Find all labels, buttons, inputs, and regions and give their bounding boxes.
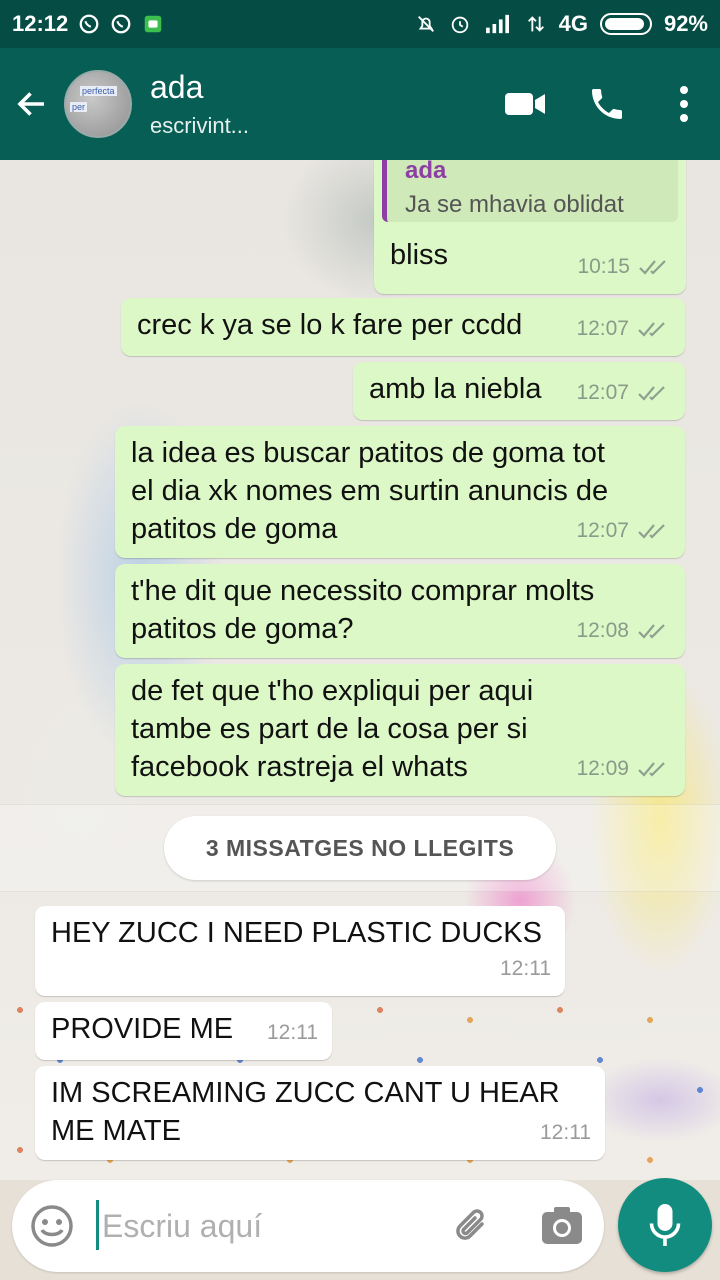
message-bubble-outgoing[interactable]: ada Ja se mhavia oblidat bliss 10:15 [374,160,686,294]
voice-call-button[interactable] [566,48,648,160]
message-text: crec k ya se lo k fare per ccdd [137,309,523,341]
back-arrow-icon [17,92,44,116]
text-cursor [96,1200,99,1250]
double-tick-icon [639,260,666,275]
whatsapp-icon [79,14,99,34]
message-text: bliss [390,239,449,271]
app-notification-icon [145,15,162,33]
message-text: HEY ZUCC I NEED PLASTIC DUCKS [51,917,542,949]
status-bar: 12:12 4G 92% [0,0,720,48]
message-text: de fet que t'ho expliqui per aqui tambe … [131,675,534,783]
message-text: amb la niebla [369,373,542,405]
double-tick-icon [638,524,665,539]
message-bubble-outgoing[interactable]: amb la niebla 12:07 [353,362,685,420]
message-bubble-incoming[interactable]: IM SCREAMING ZUCC CANT U HEAR ME MATE 12… [35,1066,605,1160]
double-tick-icon [638,624,665,639]
emoji-icon[interactable] [28,1202,76,1250]
message-bubble-outgoing[interactable]: t'he dit que necessito comprar molts pat… [115,564,685,658]
message-time: 12:08 [576,619,629,642]
message-time: 12:07 [576,381,629,404]
message-meta: 12:11 [540,1114,591,1152]
status-time: 12:12 [12,11,69,36]
message-time: 12:11 [540,1121,591,1144]
alarm-icon [451,16,468,34]
message-meta: 10:15 [577,248,672,286]
more-options-icon [680,86,688,122]
message-time: 12:07 [576,317,629,340]
signal-icon [485,14,509,34]
data-transfer-icon [527,16,544,32]
contact-name: ada [150,69,204,105]
mic-button[interactable] [618,1178,712,1272]
message-meta: 12:07 [576,374,671,412]
message-time: 10:15 [577,255,630,278]
quoted-text: Ja se mhavia oblidat [405,191,624,218]
message-meta: 12:11 [267,1014,318,1052]
mic-icon [649,1204,681,1246]
whatsapp-icon [111,14,131,34]
message-bubble-outgoing[interactable]: la idea es buscar patitos de goma tot el… [115,426,685,558]
message-bubble-outgoing[interactable]: de fet que t'ho expliqui per aqui tambe … [115,664,685,796]
message-meta: 12:11 [500,950,551,988]
quoted-message[interactable]: ada Ja se mhavia oblidat [382,160,678,222]
back-button[interactable] [0,48,64,160]
message-text: IM SCREAMING ZUCC CANT U HEAR ME MATE [51,1077,560,1147]
camera-icon[interactable] [538,1202,586,1250]
message-meta: 12:08 [576,612,671,650]
phone-icon [592,89,622,119]
avatar-text: per [70,102,88,112]
message-bubble-incoming[interactable]: HEY ZUCC I NEED PLASTIC DUCKS 12:11 [35,906,565,996]
message-bubble-outgoing[interactable]: crec k ya se lo k fare per ccdd 12:07 [121,298,685,356]
message-time: 12:11 [500,957,551,980]
message-text: t'he dit que necessito comprar molts pat… [131,575,595,645]
double-tick-icon [638,386,665,401]
chat-area[interactable]: ada Ja se mhavia oblidat bliss 10:15 cre… [0,160,720,1180]
message-time: 12:07 [576,519,629,542]
message-time: 12:09 [576,757,629,780]
unread-messages-label: 3 MISSATGES NO LLEGITS [164,816,556,880]
battery-percent: 92% [663,11,708,36]
chat-header: perfecta per ada escrivint... [0,48,720,160]
message-meta: 12:09 [576,750,671,788]
more-options-button[interactable] [648,48,720,160]
avatar-text: perfecta [80,86,117,96]
network-type: 4G [558,11,588,36]
video-call-button[interactable] [484,48,566,160]
battery-icon [599,13,652,35]
quoted-author: ada [405,160,447,184]
message-time: 12:11 [267,1021,318,1044]
message-meta: 12:07 [576,512,671,550]
mute-icon [417,16,434,32]
video-call-icon [505,93,545,115]
double-tick-icon [638,762,665,777]
contact-info[interactable]: ada escrivint... [150,69,484,139]
avatar[interactable]: perfecta per [64,70,132,138]
message-bubble-incoming[interactable]: PROVIDE ME 12:11 [35,1002,332,1060]
double-tick-icon [638,322,665,337]
message-text: PROVIDE ME [51,1013,234,1045]
attach-icon[interactable] [448,1202,496,1250]
message-composer [12,1180,604,1272]
contact-status: escrivint... [150,113,250,138]
message-meta: 12:07 [576,310,671,348]
message-input[interactable] [102,1198,432,1254]
message-text: la idea es buscar patitos de goma tot el… [131,437,609,545]
